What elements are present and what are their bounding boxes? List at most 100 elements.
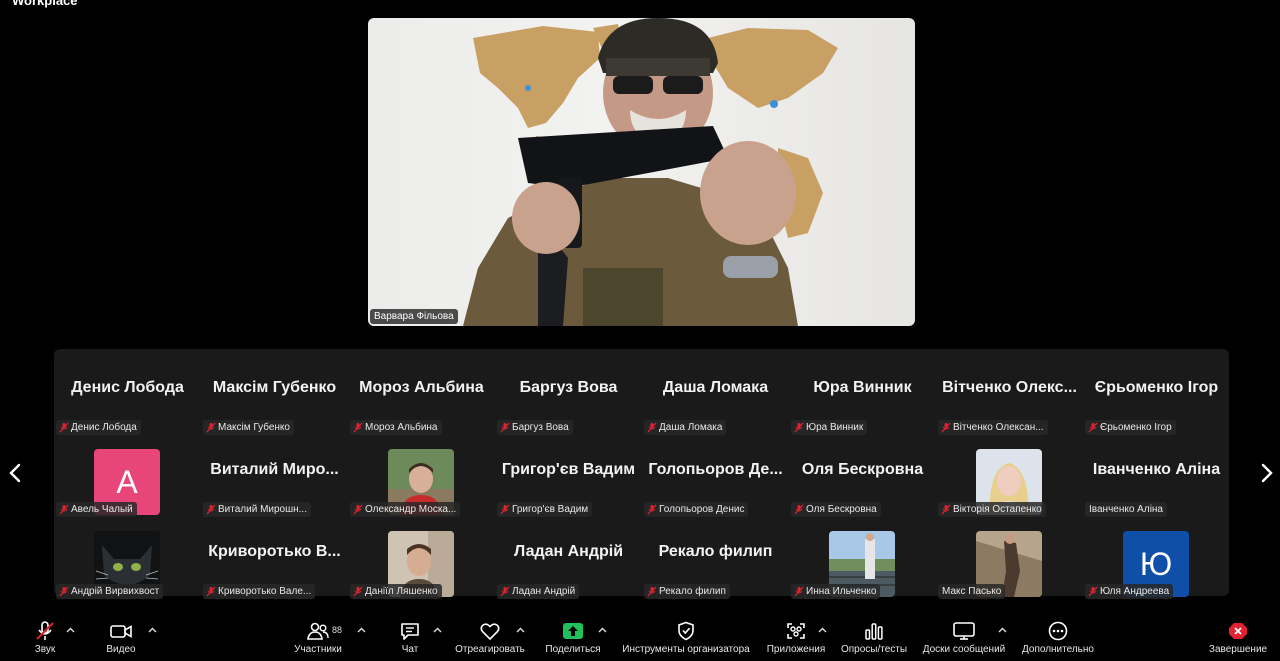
chat-button[interactable]: Чат xyxy=(394,621,426,655)
audio-options-caret-icon[interactable] xyxy=(66,627,75,633)
participant-name-label: Максім Губенко xyxy=(203,420,294,435)
participant-tile[interactable]: Олександр Моска... xyxy=(348,439,495,521)
end-meeting-button[interactable]: Завершение xyxy=(1206,621,1270,655)
participant-display-name: Ладан Андрій xyxy=(513,543,624,560)
whiteboards-button[interactable]: Доски сообщений xyxy=(918,621,1010,655)
participant-name-label: Єрьоменко Ігор xyxy=(1085,420,1176,435)
participant-tile[interactable]: Голопьоров Де... Голопьоров Денис xyxy=(642,439,789,521)
participant-name-label: Ладан Андрій xyxy=(497,584,580,599)
participant-tile[interactable]: Вітченко Олекс... Вітченко Олексан... xyxy=(936,357,1083,439)
participant-name-label: Мороз Альбина xyxy=(350,420,442,435)
participant-name-label: Авель Чалый xyxy=(56,502,137,517)
participant-display-name: Виталий Миро... xyxy=(210,461,339,478)
participant-tile[interactable]: Григор'єв Вадим Григор'єв Вадим xyxy=(495,439,642,521)
participant-display-name: Мороз Альбина xyxy=(359,379,484,396)
video-options-caret-icon[interactable] xyxy=(148,627,157,633)
video-camera-icon xyxy=(110,625,132,638)
muted-mic-icon xyxy=(1088,422,1098,433)
participants-options-caret-icon[interactable] xyxy=(357,627,366,633)
speaker-video[interactable]: Варвара Фільова xyxy=(368,18,915,326)
participant-name-label: Криворотько Вале... xyxy=(203,584,316,599)
muted-mic-icon xyxy=(794,422,804,433)
muted-mic-icon xyxy=(206,504,216,515)
participant-tile[interactable]: Оля Бескровна Оля Бескровна xyxy=(789,439,936,521)
muted-mic-icon xyxy=(353,422,363,433)
whiteboards-options-caret-icon[interactable] xyxy=(998,627,1007,633)
participant-tile[interactable]: Максім Губенко Максім Губенко xyxy=(201,357,348,439)
meeting-toolbar: Звук Видео Участники 88 Чат Отреагироват… xyxy=(0,613,1280,661)
muted-mic-icon xyxy=(647,586,657,597)
muted-mic-icon xyxy=(647,504,657,515)
shield-icon xyxy=(678,621,694,641)
participant-tile[interactable]: Денис Лобода Денис Лобода xyxy=(54,357,201,439)
participants-count-badge: 88 xyxy=(332,625,343,635)
more-button[interactable]: Дополнительно xyxy=(1018,621,1098,655)
participant-tile[interactable]: Юра Винник Юра Винник xyxy=(789,357,936,439)
end-meeting-icon xyxy=(1229,623,1247,639)
participant-name-label: Баргуз Вова xyxy=(497,420,573,435)
muted-mic-icon xyxy=(59,586,69,597)
participant-name-label: Іванченко Аліна xyxy=(1085,502,1167,517)
participant-tile[interactable]: Мороз Альбина Мороз Альбина xyxy=(348,357,495,439)
gallery-prev-arrow-icon[interactable] xyxy=(8,462,22,484)
muted-mic-icon xyxy=(794,504,804,515)
participant-tile[interactable]: Макс Пасько xyxy=(936,521,1083,603)
speaker-name-tag: Варвара Фільова xyxy=(370,309,458,324)
heart-icon xyxy=(480,623,500,640)
host-tools-button[interactable]: Инструменты организатора xyxy=(618,621,754,655)
muted-mic-icon xyxy=(353,504,363,515)
participant-display-name: Юра Винник xyxy=(813,379,912,396)
muted-mic-icon xyxy=(941,504,951,515)
participant-tile[interactable]: Вікторія Остапенко xyxy=(936,439,1083,521)
participant-name-label: Олександр Моска... xyxy=(350,502,461,517)
participant-display-name: Єрьоменко Ігор xyxy=(1094,379,1219,396)
participant-tile[interactable]: Рекало филип Рекало филип xyxy=(642,521,789,603)
participant-tile[interactable]: Андрій Вирвихвост xyxy=(54,521,201,603)
participant-name-label: Оля Бескровна xyxy=(791,502,881,517)
muted-mic-icon xyxy=(59,422,69,433)
participant-tile[interactable]: А Авель Чалый xyxy=(54,439,201,521)
participant-gallery: Денис Лобода Денис Лобода Максім Губенко… xyxy=(54,349,1230,599)
participant-name-label: Рекало филип xyxy=(644,584,730,599)
audio-button[interactable]: Звук xyxy=(26,621,64,655)
participant-name-label: Даніїл Ляшенко xyxy=(350,584,442,599)
react-options-caret-icon[interactable] xyxy=(516,627,525,633)
participant-name-label: Юля Андреева xyxy=(1085,584,1174,599)
participant-tile[interactable]: Ладан Андрій Ладан Андрій xyxy=(495,521,642,603)
bar-chart-icon xyxy=(865,623,883,640)
polls-button[interactable]: Опросы/тесты xyxy=(838,621,910,655)
participant-name-label: Юра Винник xyxy=(791,420,868,435)
participant-tile[interactable]: Єрьоменко Ігор Єрьоменко Ігор xyxy=(1083,357,1230,439)
participant-tile[interactable]: Даніїл Ляшенко xyxy=(348,521,495,603)
share-screen-button[interactable]: Поделиться xyxy=(543,621,603,655)
muted-mic-icon xyxy=(1088,586,1098,597)
participant-name-label: Инна Ильченко xyxy=(791,584,881,599)
participants-icon xyxy=(307,622,329,640)
participant-display-name: Баргуз Вова xyxy=(519,379,618,396)
apps-options-caret-icon[interactable] xyxy=(818,627,827,633)
muted-mic-icon xyxy=(353,586,363,597)
participant-display-name: Оля Бескровна xyxy=(801,461,924,478)
participant-name-label: Даша Ломака xyxy=(644,420,727,435)
participant-display-name: Рекало филип xyxy=(658,543,773,560)
participant-tile[interactable]: Баргуз Вова Баргуз Вова xyxy=(495,357,642,439)
share-screen-icon xyxy=(563,623,583,639)
participant-tile[interactable]: Виталий Миро... Виталий Мирошн... xyxy=(201,439,348,521)
participant-tile[interactable]: Ю Юля Андреева xyxy=(1083,521,1230,603)
video-button[interactable]: Видео xyxy=(102,621,140,655)
participant-display-name: Денис Лобода xyxy=(71,379,184,396)
participant-display-name: Голопьоров Де... xyxy=(648,461,783,478)
participant-name-label: Денис Лобода xyxy=(56,420,141,435)
participant-tile[interactable]: Криворотько В... Криворотько Вале... xyxy=(201,521,348,603)
participant-name-label: Григор'єв Вадим xyxy=(497,502,593,517)
participant-tile[interactable]: Іванченко Аліна Іванченко Аліна xyxy=(1083,439,1230,521)
participant-tile[interactable]: Инна Ильченко xyxy=(789,521,936,603)
chat-options-caret-icon[interactable] xyxy=(433,627,442,633)
participant-name-label: Макс Пасько xyxy=(938,584,1006,599)
muted-mic-icon xyxy=(500,504,510,515)
gallery-next-arrow-icon[interactable] xyxy=(1260,462,1274,484)
muted-microphone-icon xyxy=(36,621,54,640)
participant-name-label: Виталий Мирошн... xyxy=(203,502,311,517)
share-options-caret-icon[interactable] xyxy=(598,627,607,633)
participant-tile[interactable]: Даша Ломака Даша Ломака xyxy=(642,357,789,439)
